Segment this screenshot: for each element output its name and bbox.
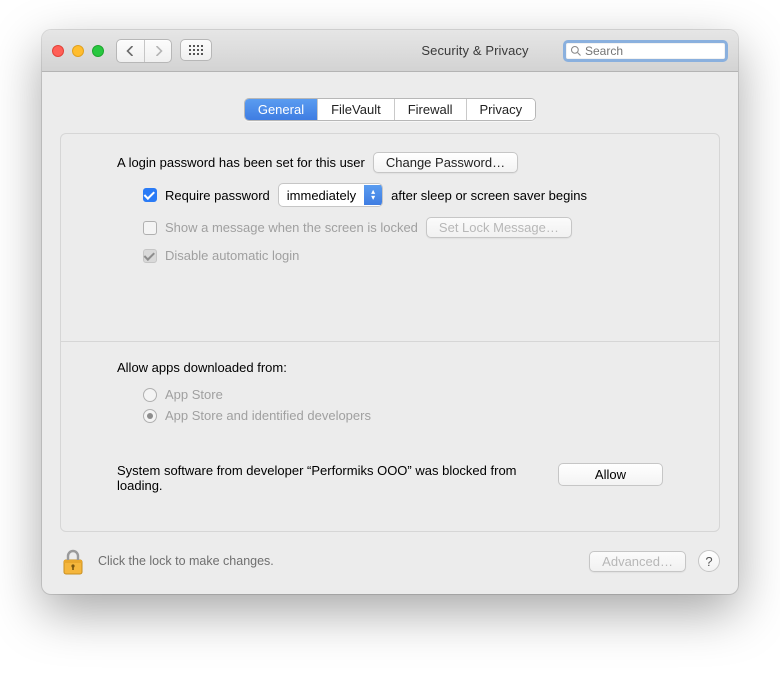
show-message-checkbox — [143, 221, 157, 235]
allow-downloads-heading: Allow apps downloaded from: — [117, 360, 663, 375]
search-field[interactable] — [563, 40, 728, 62]
radio-identified-label: App Store and identified developers — [165, 408, 371, 423]
settings-panel: A login password has been set for this u… — [60, 133, 720, 532]
disable-auto-login-checkbox — [143, 249, 157, 263]
search-input[interactable] — [585, 44, 721, 58]
login-section: A login password has been set for this u… — [61, 134, 719, 341]
show-all-button[interactable] — [180, 39, 212, 61]
window-title: Security & Privacy — [421, 43, 528, 58]
tab-filevault[interactable]: FileVault — [317, 99, 394, 120]
help-icon: ? — [705, 554, 712, 569]
tab-firewall[interactable]: Firewall — [394, 99, 466, 120]
help-button[interactable]: ? — [698, 550, 720, 572]
tabs-container: General FileVault Firewall Privacy — [42, 72, 738, 133]
lock-hint-text: Click the lock to make changes. — [98, 554, 577, 568]
grid-icon — [189, 45, 203, 55]
tab-bar: General FileVault Firewall Privacy — [244, 98, 536, 121]
close-icon[interactable] — [52, 45, 64, 57]
blocked-software-text: System software from developer “Performi… — [117, 463, 538, 493]
lock-icon — [61, 548, 85, 576]
advanced-button: Advanced… — [589, 551, 686, 572]
chevron-right-icon — [154, 46, 163, 56]
system-preferences-window: Security & Privacy General FileVault Fir… — [42, 30, 738, 594]
require-password-label: Require password — [165, 188, 270, 203]
disable-auto-login-label: Disable automatic login — [165, 248, 299, 263]
change-password-button[interactable]: Change Password… — [373, 152, 518, 173]
radio-identified-developers — [143, 409, 157, 423]
zoom-icon[interactable] — [92, 45, 104, 57]
footer: Click the lock to make changes. Advanced… — [42, 532, 738, 594]
radio-app-store — [143, 388, 157, 402]
search-icon — [570, 45, 582, 57]
titlebar: Security & Privacy — [42, 30, 738, 72]
back-button[interactable] — [117, 40, 144, 62]
require-password-checkbox[interactable] — [143, 188, 157, 202]
chevron-left-icon — [126, 46, 135, 56]
allow-button[interactable]: Allow — [558, 463, 663, 486]
tab-privacy[interactable]: Privacy — [466, 99, 536, 120]
tab-general[interactable]: General — [245, 99, 317, 120]
radio-app-store-label: App Store — [165, 387, 223, 402]
download-section: Allow apps downloaded from: App Store Ap… — [61, 342, 719, 511]
blocked-software-row: System software from developer “Performi… — [117, 463, 663, 493]
minimize-icon[interactable] — [72, 45, 84, 57]
updown-icon: ▴▾ — [364, 185, 382, 205]
nav-buttons — [116, 39, 212, 63]
set-lock-message-button: Set Lock Message… — [426, 217, 572, 238]
password-delay-value: immediately — [287, 188, 356, 203]
window-controls — [52, 45, 104, 57]
show-message-label: Show a message when the screen is locked — [165, 220, 418, 235]
password-set-label: A login password has been set for this u… — [117, 155, 365, 170]
forward-button[interactable] — [144, 40, 171, 62]
password-delay-select[interactable]: immediately ▴▾ — [278, 183, 383, 207]
after-sleep-label: after sleep or screen saver begins — [391, 188, 587, 203]
lock-button[interactable] — [60, 546, 86, 576]
